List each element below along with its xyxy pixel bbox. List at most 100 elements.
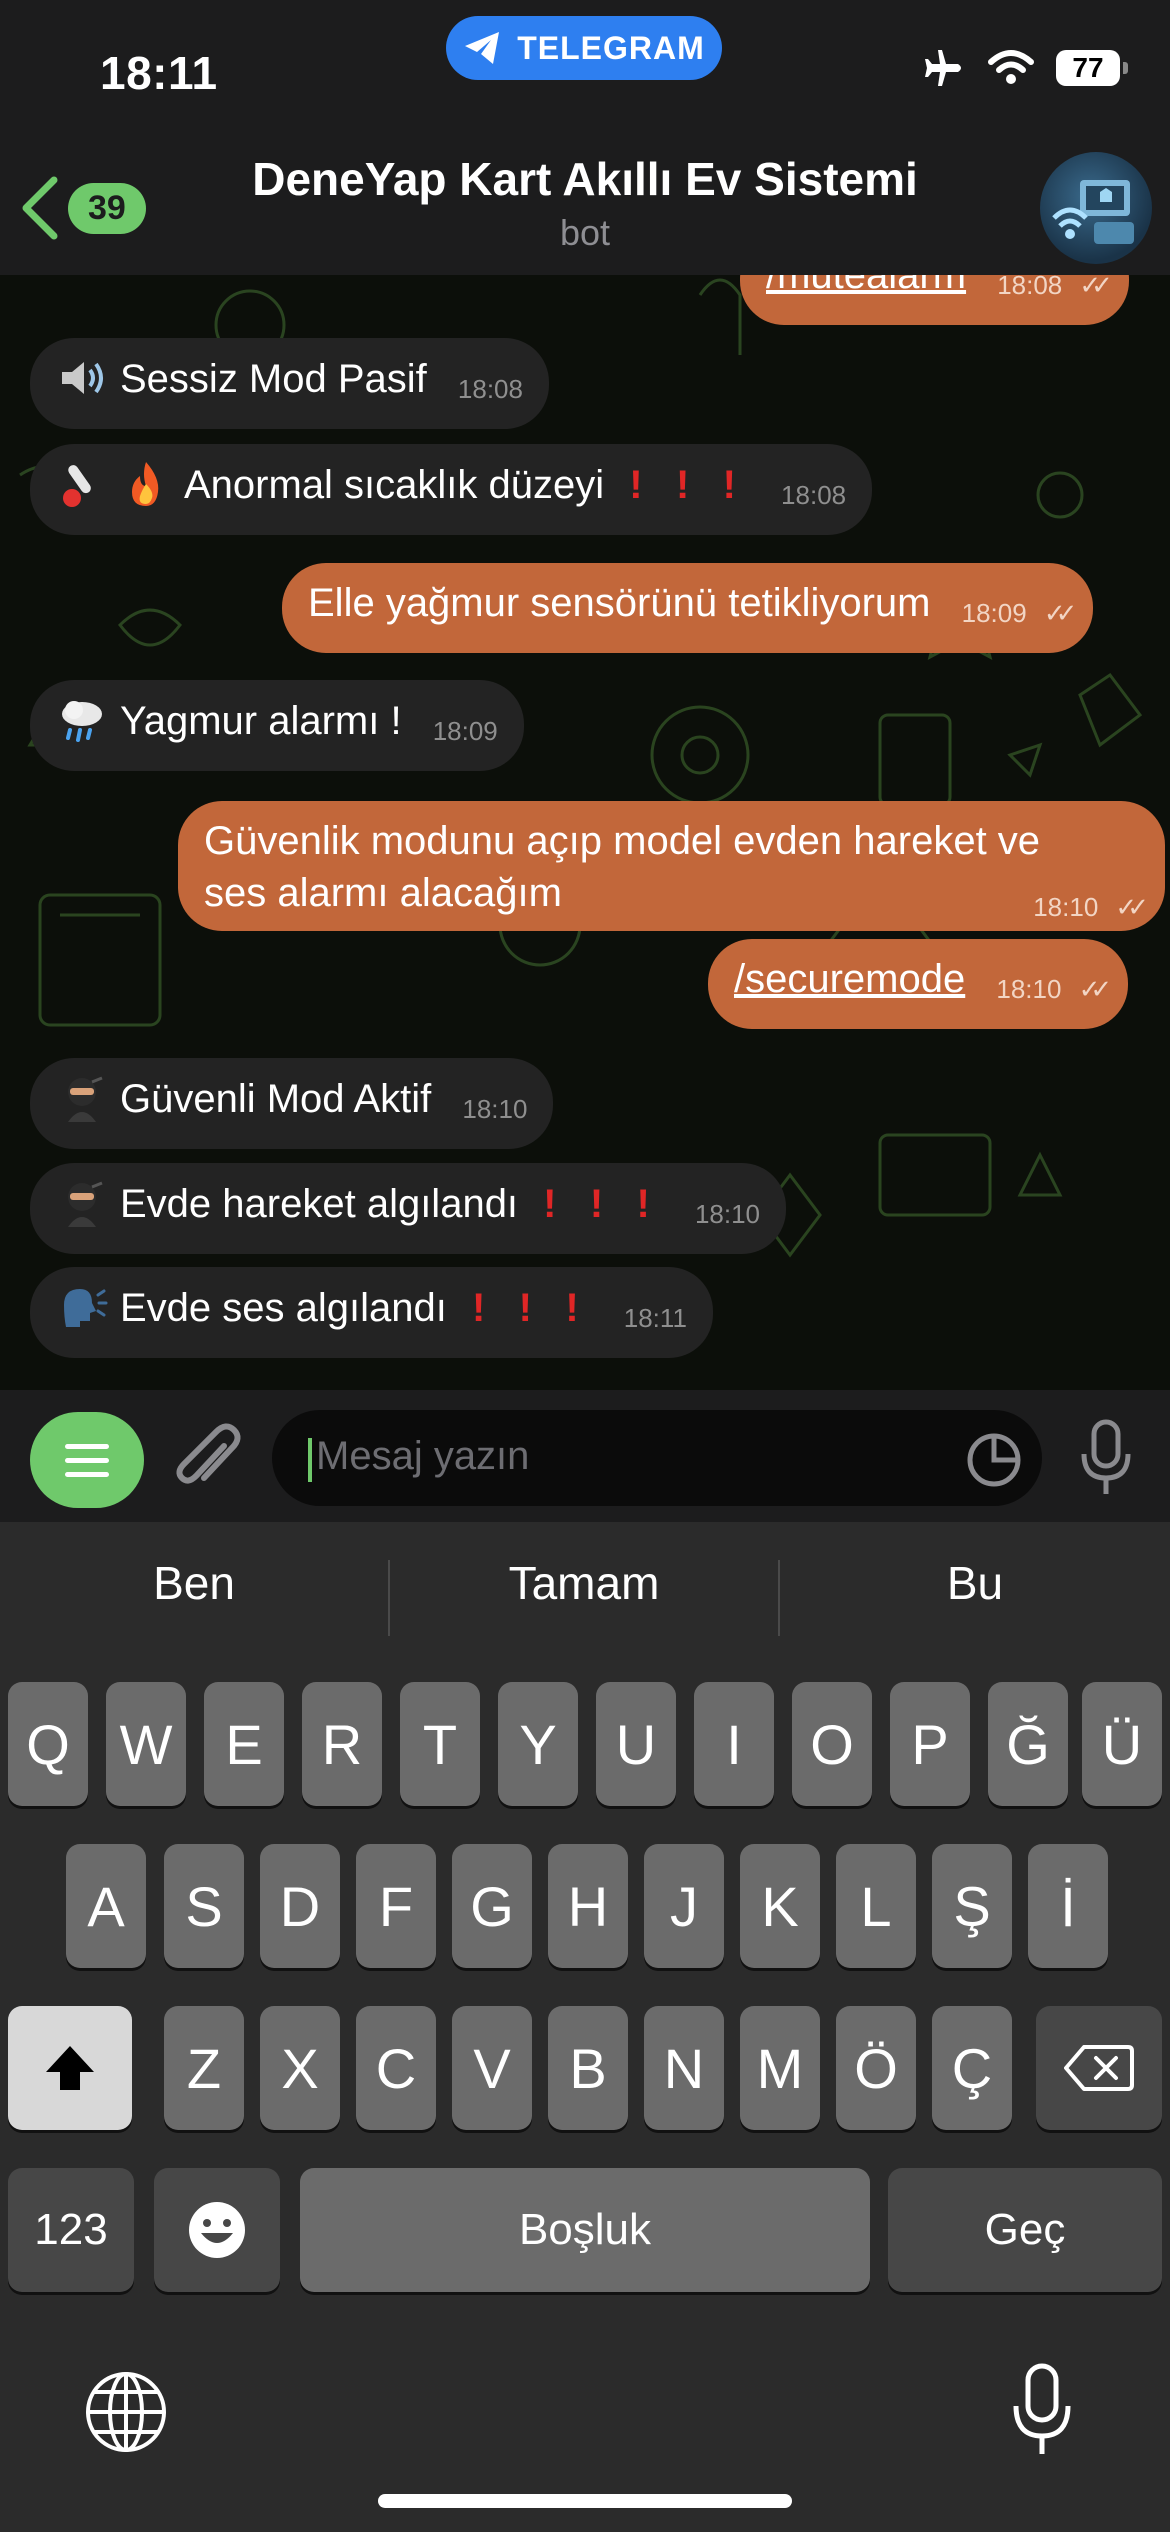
message-input[interactable]: Mesaj yazın (272, 1410, 1042, 1506)
message-text-line-2: ses alarmı alacağım (204, 871, 562, 915)
message-time: 18:11 (623, 1303, 687, 1333)
key-o[interactable]: O (792, 1682, 872, 1806)
message-time: 18:10 (996, 974, 1062, 1004)
sticker-icon[interactable] (966, 1432, 1022, 1488)
telegram-pill[interactable]: TELEGRAM (446, 16, 722, 80)
key-s-cedilla[interactable]: Ş (932, 1844, 1012, 1968)
message-input-bar: Mesaj yazın (0, 1390, 1170, 1522)
chat-subtitle: bot (559, 212, 611, 253)
message-incoming[interactable]: Anormal sıcaklık düzeyi ! ! ! 18:08 (30, 444, 873, 535)
bot-avatar[interactable] (1040, 152, 1152, 264)
key-j[interactable]: J (644, 1844, 724, 1968)
key-l[interactable]: L (836, 1844, 916, 1968)
backspace-icon (1064, 2045, 1134, 2091)
emoji-key[interactable] (154, 2168, 280, 2292)
keyboard: Ben Tamam Bu Q W E R T Y U I O P Ğ Ü A S… (0, 1522, 1170, 2532)
key-s[interactable]: S (164, 1844, 244, 1968)
suggestion-2[interactable]: Tamam (390, 1522, 778, 1644)
key-k[interactable]: K (740, 1844, 820, 1968)
thermometer-icon (63, 465, 91, 507)
key-e[interactable]: E (204, 1682, 284, 1806)
key-y[interactable]: Y (498, 1682, 578, 1806)
key-f[interactable]: F (356, 1844, 436, 1968)
home-indicator[interactable] (378, 2494, 792, 2508)
clock: 18:11 (100, 47, 218, 99)
message-outgoing[interactable]: Güvenlik modunu açıp model evden hareket… (178, 801, 1165, 931)
key-p[interactable]: P (890, 1682, 970, 1806)
message-time: 18:10 (462, 1094, 528, 1124)
key-m[interactable]: M (740, 2006, 820, 2130)
chat-title-area[interactable]: DeneYap Kart Akıllı Ev Sistemi bot (200, 152, 970, 254)
message-incoming[interactable]: Sessiz Mod Pasif 18:08 (30, 338, 549, 429)
globe-icon[interactable] (84, 2370, 168, 2454)
status-icons: 77 (922, 48, 1128, 88)
read-checks-icon: ✓✓ (1078, 974, 1112, 1004)
key-x[interactable]: X (260, 2006, 340, 2130)
wifi-icon (988, 50, 1034, 84)
attach-icon[interactable] (170, 1420, 244, 1498)
text-caret (308, 1438, 312, 1482)
key-n[interactable]: N (644, 2006, 724, 2130)
key-u[interactable]: U (596, 1682, 676, 1806)
key-c[interactable]: C (356, 2006, 436, 2130)
key-g-breve[interactable]: Ğ (988, 1682, 1068, 1806)
chat-header: 39 DeneYap Kart Akıllı Ev Sistemi bot (0, 140, 1170, 275)
message-incoming[interactable]: Güvenli Mod Aktif 18:10 (30, 1058, 554, 1149)
key-b[interactable]: B (548, 2006, 628, 2130)
bot-menu-button[interactable] (30, 1412, 144, 1508)
key-h[interactable]: H (548, 1844, 628, 1968)
chevron-left-icon (22, 176, 58, 240)
backspace-key[interactable] (1036, 2006, 1162, 2130)
key-q[interactable]: Q (8, 1682, 88, 1806)
key-z[interactable]: Z (164, 2006, 244, 2130)
microphone-icon[interactable] (1076, 1418, 1136, 1498)
message-text: Evde hareket algılandı (120, 1182, 519, 1226)
fire-icon (132, 462, 159, 506)
message-incoming[interactable]: Evde hareket algılandı ! ! ! 18:10 (30, 1163, 787, 1254)
key-i[interactable]: I (694, 1682, 774, 1806)
numbers-key[interactable]: 123 (8, 2168, 134, 2292)
message-incoming[interactable]: Yagmur alarmı ! 18:09 (30, 680, 524, 771)
key-w[interactable]: W (106, 1682, 186, 1806)
message-text: Evde ses algılandı (120, 1286, 447, 1330)
message-text[interactable]: /mutealarm (766, 275, 966, 297)
key-d[interactable]: D (260, 1844, 340, 1968)
key-i-dotted[interactable]: İ (1028, 1844, 1108, 1968)
message-time: 18:10 (694, 1199, 761, 1229)
suggestion-1[interactable]: Ben (0, 1522, 388, 1644)
key-g[interactable]: G (452, 1844, 532, 1968)
key-u-umlaut[interactable]: Ü (1082, 1682, 1162, 1806)
read-checks-icon: ✓✓ (1043, 598, 1077, 628)
key-t[interactable]: T (400, 1682, 480, 1806)
message-text: Elle yağmur sensörünü tetikliyorum (308, 581, 931, 625)
emoji-icon (189, 2202, 245, 2258)
message-text: Yagmur alarmı ! (120, 699, 402, 743)
return-key[interactable]: Geç (888, 2168, 1162, 2292)
message-text[interactable]: /securemode (734, 957, 965, 1001)
message-time: 18:10 (1033, 892, 1099, 922)
battery-icon: 77 (1056, 50, 1128, 86)
shift-icon (46, 2046, 94, 2090)
message-outgoing[interactable]: /securemode 18:10 ✓✓ (708, 939, 1129, 1029)
key-c-cedilla[interactable]: Ç (932, 2006, 1012, 2130)
message-outgoing[interactable]: Elle yağmur sensörünü tetikliyorum 18:09… (282, 563, 1094, 653)
message-text: Güvenli Mod Aktif (120, 1077, 432, 1121)
back-button[interactable]: 39 (20, 176, 146, 240)
telegram-pill-label: TELEGRAM (517, 29, 705, 66)
message-text: Sessiz Mod Pasif (120, 357, 427, 401)
message-text-line-1: Güvenlik modunu açıp model evden hareket… (204, 819, 1041, 863)
message-time: 18:09 (961, 598, 1027, 628)
message-incoming[interactable]: Evde ses algılandı ! ! ! 18:11 (30, 1267, 713, 1358)
key-o-umlaut[interactable]: Ö (836, 2006, 916, 2130)
suggestion-3[interactable]: Bu (780, 1522, 1170, 1644)
key-v[interactable]: V (452, 2006, 532, 2130)
message-outgoing[interactable]: /mutealarm 18:08 ✓✓ (740, 275, 1129, 325)
speaker-icon (62, 362, 103, 394)
shift-key[interactable] (8, 2006, 132, 2130)
predictive-bar: Ben Tamam Bu (0, 1522, 1170, 1644)
key-a[interactable]: A (66, 1844, 146, 1968)
key-r[interactable]: R (302, 1682, 382, 1806)
dictation-mic-icon[interactable] (1010, 2362, 1074, 2458)
space-key[interactable]: Boşluk (300, 2168, 870, 2292)
message-list[interactable]: /mutealarm 18:08 ✓✓ Sessiz Mod Pasif 18:… (0, 275, 1170, 1390)
